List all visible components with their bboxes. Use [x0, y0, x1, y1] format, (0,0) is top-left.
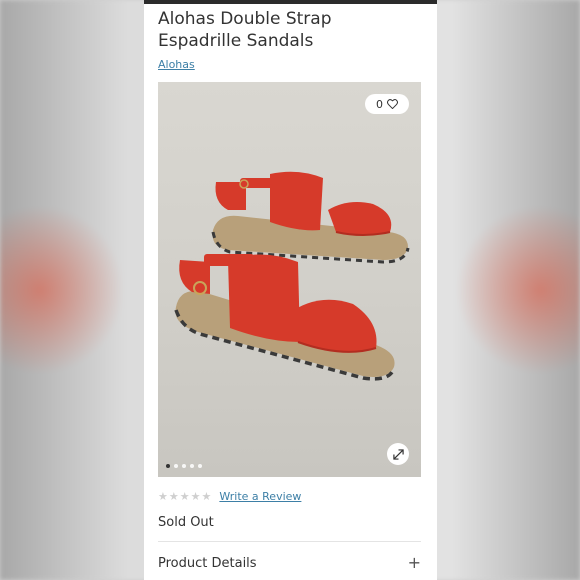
brand-link[interactable]: Alohas	[158, 58, 195, 71]
front-sandal	[174, 254, 396, 381]
star-icon: ★	[179, 489, 190, 503]
carousel-dots	[166, 464, 202, 468]
star-rating: ★ ★ ★ ★ ★	[158, 489, 212, 503]
star-icon: ★	[168, 489, 179, 503]
expand-icon	[392, 448, 404, 460]
write-review-link[interactable]: Write a Review	[219, 490, 301, 503]
carousel-dot[interactable]	[198, 464, 202, 468]
top-bar	[144, 0, 437, 4]
plus-icon: +	[407, 553, 421, 572]
carousel-dot[interactable]	[174, 464, 178, 468]
product-details-label: Product Details	[158, 555, 257, 571]
product-title: Alohas Double Strap Espadrille Sandals	[158, 9, 332, 51]
sandals-photo	[174, 171, 410, 381]
product-details-toggle[interactable]: Product Details +	[158, 555, 421, 571]
star-icon: ★	[201, 489, 212, 503]
product-page: Alohas Double Strap Espadrille Sandals A…	[144, 0, 437, 580]
availability-status: Sold Out	[158, 515, 214, 530]
carousel-dot[interactable]	[166, 464, 170, 468]
favorite-button[interactable]: 0	[365, 94, 409, 114]
back-sandal	[211, 171, 410, 264]
zoom-button[interactable]	[387, 443, 409, 465]
divider	[158, 541, 421, 542]
star-icon: ★	[158, 489, 168, 503]
favorite-count: 0	[376, 97, 383, 111]
carousel-dot[interactable]	[182, 464, 186, 468]
heart-icon	[387, 99, 398, 109]
carousel-dot[interactable]	[190, 464, 194, 468]
product-image[interactable]: 0	[158, 82, 421, 477]
star-icon: ★	[190, 489, 201, 503]
rating-row: ★ ★ ★ ★ ★ Write a Review	[158, 490, 301, 503]
